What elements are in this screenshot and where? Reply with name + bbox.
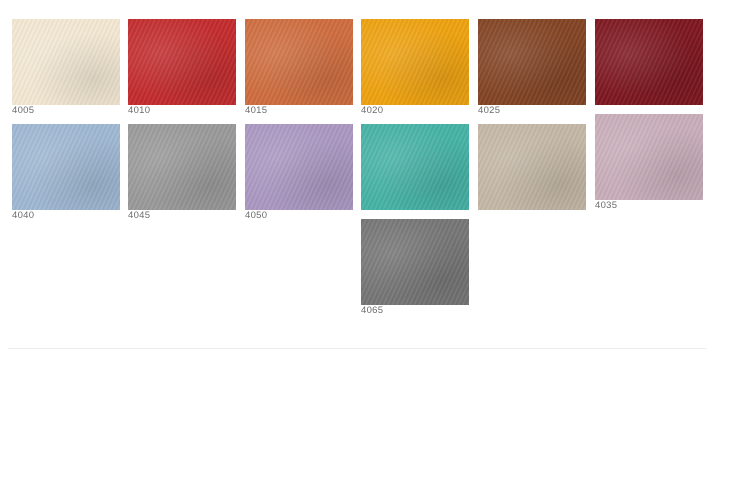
swatch-chip[interactable] [595, 114, 703, 200]
swatch-code-label: 4035 [595, 200, 618, 211]
swatch-code-label: 4020 [361, 105, 384, 116]
swatch-code-label: 4025 [478, 105, 501, 116]
swatch-chip[interactable] [128, 124, 236, 210]
swatch-4050[interactable]: 4050 [245, 124, 353, 221]
swatch-chip[interactable] [245, 19, 353, 105]
swatch-4030[interactable]: 4030 [595, 19, 703, 116]
swatch-chip[interactable] [478, 124, 586, 210]
swatch-code-label: 4015 [245, 105, 268, 116]
swatch-chip[interactable] [361, 19, 469, 105]
section-divider [8, 348, 706, 349]
swatch-chip[interactable] [361, 219, 469, 305]
swatch-4005[interactable]: 4005 [12, 19, 120, 116]
swatch-code-label: 4045 [128, 210, 151, 221]
swatch-4015[interactable]: 4015 [245, 19, 353, 116]
swatch-chip[interactable] [128, 19, 236, 105]
swatch-4065[interactable]: 4065 [361, 219, 469, 316]
swatch-4060[interactable]: 4060 [478, 124, 586, 221]
swatch-code-label: 4040 [12, 210, 35, 221]
swatch-4010[interactable]: 4010 [128, 19, 236, 116]
swatch-4055[interactable]: 4055 [361, 124, 469, 221]
swatch-chip[interactable] [595, 19, 703, 105]
swatch-chip[interactable] [245, 124, 353, 210]
swatch-4040[interactable]: 4040 [12, 124, 120, 221]
swatch-4020[interactable]: 4020 [361, 19, 469, 116]
swatch-code-label: 4050 [245, 210, 268, 221]
swatch-chip[interactable] [12, 124, 120, 210]
swatch-4035[interactable]: 4035 [595, 114, 703, 211]
swatch-chip[interactable] [361, 124, 469, 210]
swatch-code-label: 4005 [12, 105, 35, 116]
swatch-4025[interactable]: 4025 [478, 19, 586, 116]
swatch-code-label: 4065 [361, 305, 384, 316]
swatch-4045[interactable]: 4045 [128, 124, 236, 221]
swatch-code-label: 4010 [128, 105, 151, 116]
swatch-chip[interactable] [12, 19, 120, 105]
color-swatch-grid: 4005 4010 4015 4020 4025 4030 4040 4045 … [0, 0, 746, 480]
swatch-chip[interactable] [478, 19, 586, 105]
